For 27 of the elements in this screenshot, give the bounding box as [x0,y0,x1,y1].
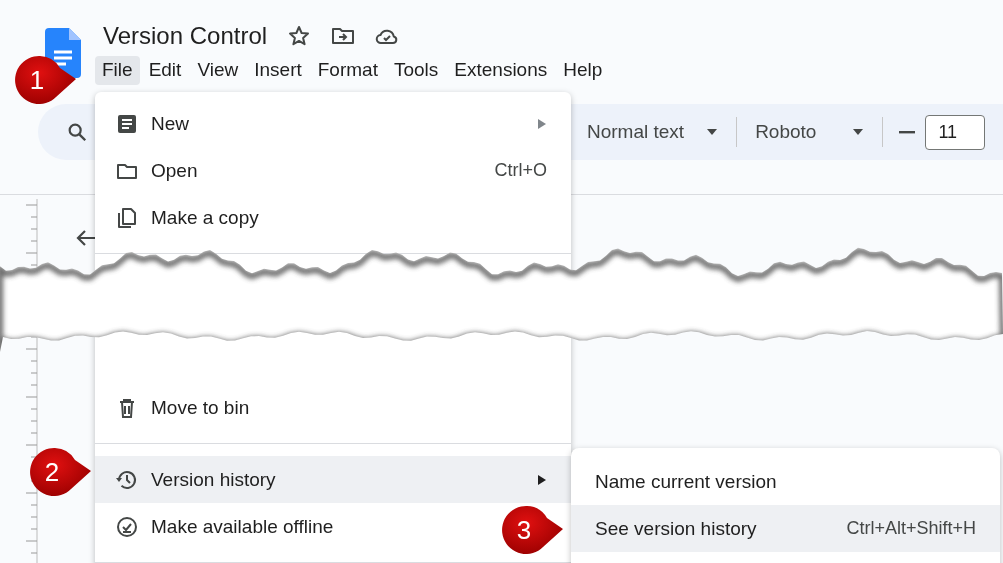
caret-icon [706,128,719,136]
menu-bar-item[interactable]: File [95,56,140,85]
menu-bar-item[interactable]: View [190,56,246,85]
menu-item[interactable]: Move to bin [95,384,274,431]
search-icon[interactable] [66,121,88,143]
menu-item[interactable]: See version history Ctrl+Alt+Shift+H [571,505,1000,552]
menu-bar-item[interactable]: Edit [141,56,189,85]
paragraph-style-dropdown[interactable]: Normal text [581,121,725,143]
menu-item[interactable]: Version history [95,456,571,503]
offline-check-icon [115,514,139,539]
caret-icon [852,128,865,136]
document-title[interactable]: Version Control [103,22,268,50]
copy-icon [115,205,139,230]
menu-bar-item[interactable]: Tools [386,56,446,85]
menu-item[interactable]: Name current version [571,458,1000,505]
menu-bar-item[interactable]: Insert [247,56,309,85]
font-dropdown[interactable]: Roboto [749,121,871,143]
menu-item[interactable]: Make a copy [95,194,283,241]
minus-icon[interactable] [899,130,916,134]
menu-bar-item[interactable]: Format [310,56,385,85]
font-size-field[interactable]: 11 [925,114,986,150]
menu-item[interactable]: Make available offline [95,503,358,550]
star-icon[interactable] [287,24,312,48]
menu-item[interactable]: New [95,100,571,147]
menu-item[interactable]: Open Ctrl+O [95,147,571,194]
menu-bar-item[interactable]: Extensions [447,56,555,85]
menu-bar-item[interactable]: Help [556,56,610,85]
